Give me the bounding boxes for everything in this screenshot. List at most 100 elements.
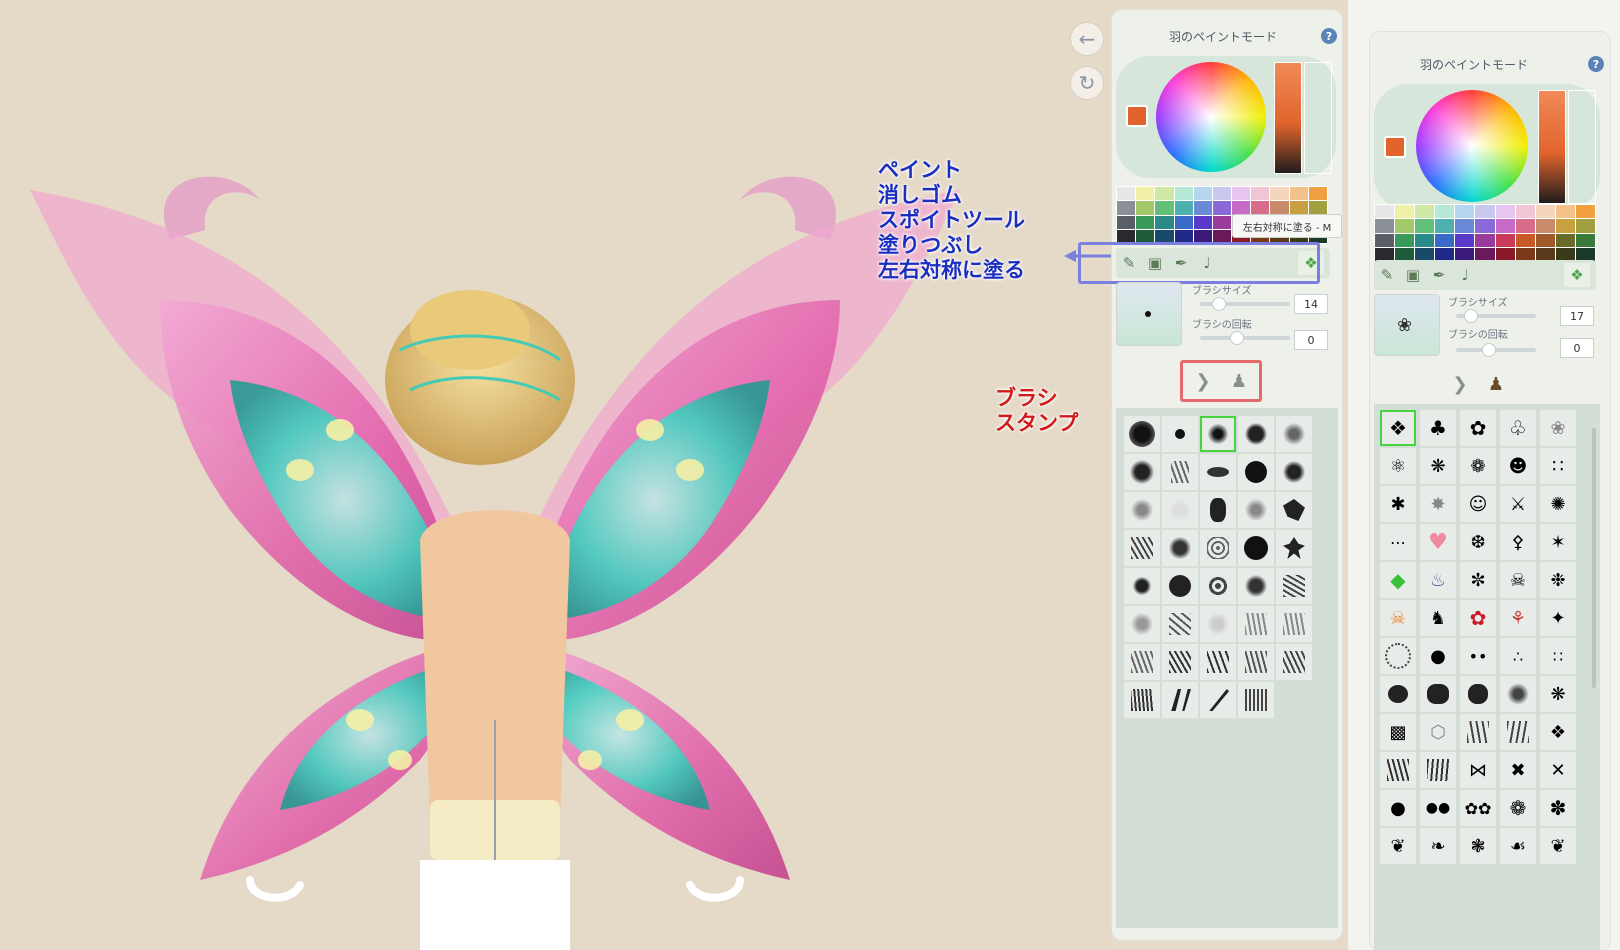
brush-cell[interactable] xyxy=(1276,492,1312,528)
eyedropper-tool[interactable]: ✒ xyxy=(1426,263,1452,287)
brush-cell[interactable] xyxy=(1124,492,1160,528)
brush-rotation-slider[interactable] xyxy=(1200,336,1290,340)
redo-button[interactable]: ↻ xyxy=(1070,66,1104,100)
brush-cell[interactable] xyxy=(1200,568,1236,604)
current-color-swatch[interactable] xyxy=(1126,105,1148,127)
stamp-flaming-skull-icon[interactable]: ☠ xyxy=(1380,600,1416,636)
brush-size-input[interactable]: 14 xyxy=(1294,294,1328,314)
brush-rotation-input[interactable]: 0 xyxy=(1294,330,1328,350)
stamp-tab[interactable]: ♟ xyxy=(1482,370,1510,398)
brush-cell[interactable] xyxy=(1162,568,1198,604)
stamp-turtle-icon[interactable]: ❉ xyxy=(1540,562,1576,598)
brush-cell[interactable] xyxy=(1200,492,1236,528)
stamp-drops-icon[interactable]: ●● xyxy=(1420,790,1456,826)
brush-cell[interactable] xyxy=(1200,682,1236,718)
brush-cell[interactable] xyxy=(1124,454,1160,490)
stamp-clover-outline-icon[interactable]: ♧ xyxy=(1500,410,1536,446)
stamp-grass-icon[interactable] xyxy=(1380,752,1416,788)
stamp-cracks-icon[interactable]: ▩ xyxy=(1380,714,1416,750)
stamp-flower-2-icon[interactable]: ❁ xyxy=(1500,790,1536,826)
current-color-swatch[interactable] xyxy=(1384,136,1406,158)
stamp-swirl-icon[interactable]: ❀ xyxy=(1540,410,1576,446)
stamp-dotted-circle-icon[interactable] xyxy=(1380,638,1416,674)
stamp-ginkgo-icon[interactable]: ☙ xyxy=(1500,828,1536,864)
stamp-celtic-knot-icon[interactable]: ❖ xyxy=(1380,410,1416,446)
color-wheel[interactable] xyxy=(1416,90,1528,202)
stamp-splat-icon[interactable]: ✽ xyxy=(1540,790,1576,826)
brush-cell[interactable] xyxy=(1238,454,1274,490)
stamp-chain-icon[interactable]: ⋯ xyxy=(1380,524,1416,560)
brush-rotation-slider[interactable] xyxy=(1456,348,1536,352)
brush-cell[interactable] xyxy=(1200,606,1236,642)
stamp-strokes-icon[interactable] xyxy=(1460,714,1496,750)
stamp-spots-4-icon[interactable]: ∷ xyxy=(1540,638,1576,674)
brush-cell[interactable] xyxy=(1238,416,1274,452)
stamp-flame-icon[interactable]: ❆ xyxy=(1460,524,1496,560)
brush-cell[interactable] xyxy=(1238,682,1274,718)
stamp-triskele-icon[interactable]: ✼ xyxy=(1460,562,1496,598)
stamp-grass-2-icon[interactable] xyxy=(1420,752,1456,788)
brush-cell[interactable] xyxy=(1238,644,1274,680)
brush-rotation-knob[interactable] xyxy=(1482,343,1496,357)
brush-cell[interactable] xyxy=(1162,416,1198,452)
eraser-tool[interactable]: ▣ xyxy=(1400,263,1426,287)
stamp-blot-icon[interactable] xyxy=(1380,676,1416,712)
brightness-bar[interactable] xyxy=(1274,62,1302,174)
brightness-bar[interactable] xyxy=(1538,90,1566,204)
brush-cell[interactable] xyxy=(1276,606,1312,642)
color-wheel[interactable] xyxy=(1156,62,1266,172)
color-palette[interactable] xyxy=(1374,204,1596,262)
brush-cell-selected[interactable] xyxy=(1200,416,1236,452)
help-icon[interactable]: ? xyxy=(1588,56,1604,72)
stamp-flowers-icon[interactable]: ✿✿ xyxy=(1460,790,1496,826)
opacity-bar[interactable] xyxy=(1304,62,1332,174)
brush-cell[interactable] xyxy=(1238,568,1274,604)
brush-cell[interactable] xyxy=(1200,644,1236,680)
brush-cell[interactable] xyxy=(1200,454,1236,490)
stamp-creature-icon[interactable]: ♨ xyxy=(1420,562,1456,598)
brush-cell[interactable] xyxy=(1124,644,1160,680)
stamp-leaves-icon[interactable]: ❦ xyxy=(1380,828,1416,864)
stamp-fish-icon[interactable]: ✖ xyxy=(1500,752,1536,788)
brush-size-knob[interactable] xyxy=(1464,309,1478,323)
stamp-scrollbar[interactable] xyxy=(1592,428,1596,688)
stamp-skull-icon[interactable]: ☠ xyxy=(1500,562,1536,598)
back-button[interactable]: ← xyxy=(1070,22,1104,56)
brush-cell[interactable] xyxy=(1124,682,1160,718)
stamp-leaf-2-icon[interactable]: ❧ xyxy=(1420,828,1456,864)
stamp-swords-icon[interactable]: ⚔ xyxy=(1500,486,1536,522)
stamp-plumbob-icon[interactable]: ◆ xyxy=(1380,562,1416,598)
stamp-raindrop-icon[interactable]: ● xyxy=(1380,790,1416,826)
stamp-fish-2-icon[interactable]: ✕ xyxy=(1540,752,1576,788)
brush-cell[interactable] xyxy=(1162,606,1198,642)
stamp-plant-icon[interactable]: ⚘ xyxy=(1500,600,1536,636)
paint-tool[interactable]: ✎ xyxy=(1374,263,1400,287)
stamp-curl-icon[interactable]: ❋ xyxy=(1420,448,1456,484)
stamp-maple-icon[interactable]: ❃ xyxy=(1460,828,1496,864)
fill-tool[interactable]: ♩ xyxy=(1452,263,1478,287)
stamp-blot-2-icon[interactable] xyxy=(1420,676,1456,712)
3d-viewport[interactable]: ペイント 消しゴム スポイトツール 塗りつぶし 左右対称に塗る ブラシ スタンプ xyxy=(0,0,1110,950)
brush-cell[interactable] xyxy=(1276,530,1312,566)
brush-size-input[interactable]: 17 xyxy=(1560,306,1594,326)
brush-cell[interactable] xyxy=(1276,644,1312,680)
brush-cell[interactable] xyxy=(1200,530,1236,566)
stamp-leaf-icon[interactable]: ❁ xyxy=(1460,448,1496,484)
brush-cell[interactable] xyxy=(1238,606,1274,642)
brush-cell[interactable] xyxy=(1162,492,1198,528)
stamp-smudge-icon[interactable] xyxy=(1500,676,1536,712)
brush-cell[interactable] xyxy=(1162,682,1198,718)
brush-cell[interactable] xyxy=(1238,492,1274,528)
stamp-dots-icon[interactable]: ∷ xyxy=(1540,448,1576,484)
stamp-clover-icon[interactable]: ♣ xyxy=(1420,410,1456,446)
stamp-crack-icon[interactable]: ✸ xyxy=(1420,486,1456,522)
brush-cell[interactable] xyxy=(1276,454,1312,490)
stamp-heart-icon[interactable]: ♥ xyxy=(1420,524,1456,560)
stamp-flower-icon[interactable]: ✿ xyxy=(1460,410,1496,446)
stamp-spider-icon[interactable]: ✺ xyxy=(1540,486,1576,522)
help-icon[interactable]: ? xyxy=(1321,28,1337,44)
brush-cell[interactable] xyxy=(1124,530,1160,566)
brush-cell[interactable] xyxy=(1238,530,1274,566)
stamp-moth-icon[interactable]: ✶ xyxy=(1540,524,1576,560)
stamp-cat-icon[interactable]: ♞ xyxy=(1420,600,1456,636)
